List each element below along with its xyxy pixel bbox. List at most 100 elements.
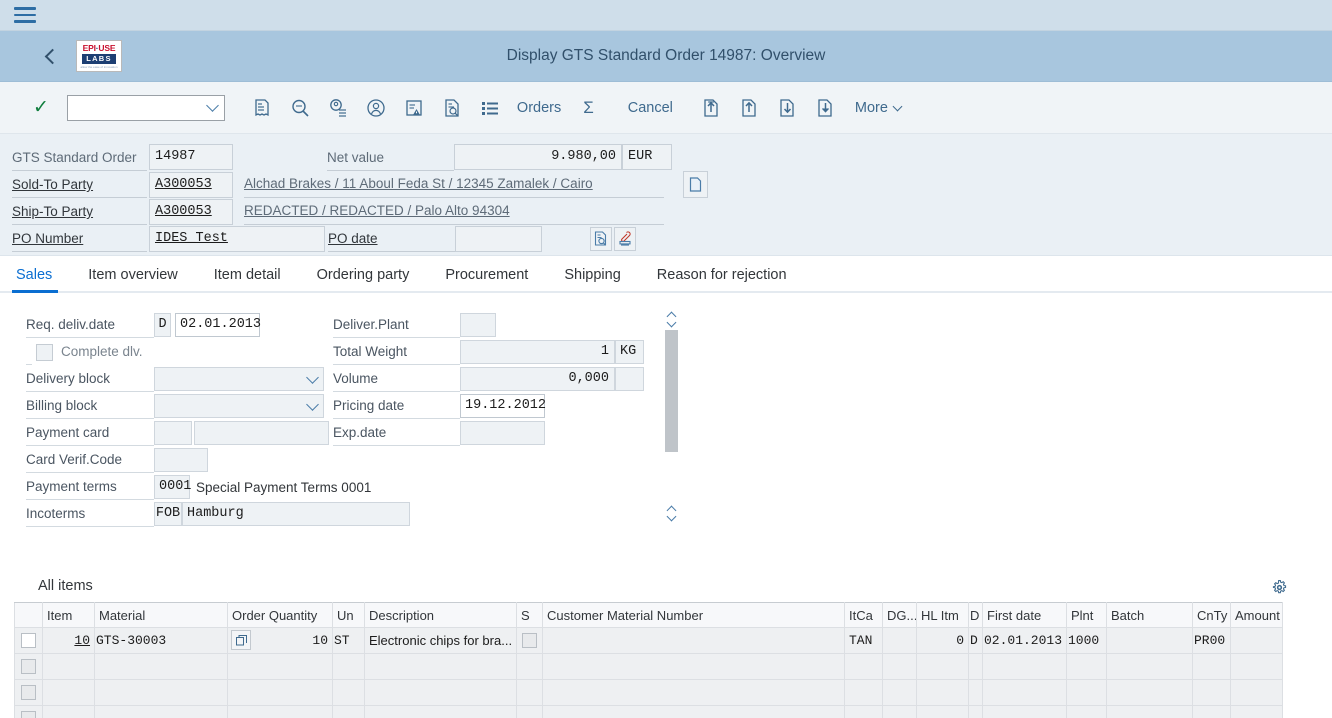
- scroll-down-arrow[interactable]: [665, 317, 678, 328]
- cell-material[interactable]: [94, 705, 228, 718]
- cell-customer-material-number[interactable]: [542, 705, 845, 718]
- ship-to-party-description[interactable]: REDACTED / REDACTED / Palo Alto 94304: [244, 198, 664, 225]
- po-number-label[interactable]: PO Number: [12, 225, 147, 252]
- col-amount[interactable]: Amount: [1230, 602, 1283, 628]
- cell-first-date[interactable]: 02.01.2013: [982, 627, 1067, 654]
- previous-page-up-icon[interactable]: [731, 89, 769, 127]
- cell-s[interactable]: [516, 627, 543, 654]
- tab-ordering-party[interactable]: Ordering party: [299, 267, 428, 291]
- business-partner-icon[interactable]: [319, 89, 357, 127]
- header-print-button[interactable]: [614, 226, 636, 251]
- table-row[interactable]: 10 GTS-30003 10 ST Electronic chips for …: [14, 627, 1283, 654]
- cell-s[interactable]: [516, 679, 543, 706]
- col-un[interactable]: Un: [332, 602, 365, 628]
- incoterms-text[interactable]: Hamburg: [182, 502, 410, 526]
- gts-order-value[interactable]: 14987: [149, 144, 233, 170]
- total-weight-unit[interactable]: KG: [615, 340, 644, 364]
- cell-d[interactable]: [968, 679, 983, 706]
- cell-plnt[interactable]: 1000: [1066, 627, 1107, 654]
- person-circle-icon[interactable]: [357, 89, 395, 127]
- req-deliv-date-type[interactable]: D: [154, 313, 171, 337]
- po-date-value[interactable]: [455, 225, 542, 252]
- po-date-label[interactable]: PO date: [328, 225, 455, 252]
- table-row[interactable]: [14, 679, 1283, 706]
- billing-block-select[interactable]: [154, 394, 324, 418]
- ship-to-party-value[interactable]: A300053: [149, 198, 233, 225]
- cell-item[interactable]: [42, 679, 95, 706]
- header-note-button[interactable]: [683, 171, 708, 198]
- tab-procurement[interactable]: Procurement: [427, 267, 546, 291]
- cell-plnt[interactable]: [1066, 679, 1107, 706]
- col-first-date[interactable]: First date: [982, 602, 1067, 628]
- exp-date-value[interactable]: [460, 421, 545, 445]
- cell-amount[interactable]: [1230, 705, 1283, 718]
- cell-itca[interactable]: [844, 653, 883, 680]
- sold-to-party-value[interactable]: A300053: [149, 171, 233, 198]
- cell-s[interactable]: [516, 653, 543, 680]
- deliver-plant-value[interactable]: [460, 313, 496, 337]
- row-checkbox[interactable]: [21, 711, 36, 718]
- cell-description[interactable]: [364, 679, 517, 706]
- back-button[interactable]: [28, 48, 72, 64]
- cell-s[interactable]: [516, 705, 543, 718]
- cell-cnty[interactable]: [1192, 679, 1231, 706]
- cell-cnty[interactable]: [1192, 653, 1231, 680]
- col-s[interactable]: S: [516, 602, 543, 628]
- col-hl-itm[interactable]: HL Itm: [916, 602, 969, 628]
- orders-button[interactable]: Orders: [509, 100, 569, 116]
- row-select-cell[interactable]: [14, 627, 43, 654]
- cell-un[interactable]: ST: [332, 627, 365, 654]
- cell-material[interactable]: [94, 653, 228, 680]
- pricing-date-value[interactable]: 19.12.2012: [460, 394, 546, 418]
- cell-batch[interactable]: [1106, 653, 1193, 680]
- cell-customer-material-number[interactable]: [542, 653, 845, 680]
- cell-hl-itm[interactable]: [916, 705, 969, 718]
- volume-unit[interactable]: [615, 367, 644, 391]
- cell-amount[interactable]: [1230, 679, 1283, 706]
- cell-un[interactable]: [332, 653, 365, 680]
- cell-description[interactable]: Electronic chips for bra...: [364, 627, 517, 654]
- sum-button[interactable]: Σ: [569, 98, 608, 118]
- cell-description[interactable]: [364, 705, 517, 718]
- table-settings-button[interactable]: [1272, 580, 1287, 600]
- command-field-select[interactable]: [66, 94, 225, 121]
- table-row[interactable]: [14, 705, 1283, 718]
- incoterms-code[interactable]: FOB: [154, 502, 182, 526]
- cell-hl-itm[interactable]: [916, 679, 969, 706]
- col-batch[interactable]: Batch: [1106, 602, 1193, 628]
- col-dg[interactable]: DG...: [882, 602, 917, 628]
- complete-dlv-checkbox[interactable]: [36, 343, 53, 361]
- document-inspect-icon[interactable]: [433, 89, 471, 127]
- more-button[interactable]: More: [845, 100, 911, 116]
- last-page-down-icon[interactable]: [807, 89, 845, 127]
- cell-cnty[interactable]: PR00: [1192, 627, 1231, 654]
- col-cnty[interactable]: CnTy: [1192, 602, 1231, 628]
- cell-first-date[interactable]: [982, 653, 1067, 680]
- row-checkbox[interactable]: [21, 659, 36, 675]
- col-itca[interactable]: ItCa: [844, 602, 883, 628]
- cell-itca[interactable]: TAN: [844, 627, 883, 654]
- sold-to-party-description[interactable]: Alchad Brakes / 11 Aboul Feda St / 12345…: [244, 171, 664, 198]
- col-description[interactable]: Description: [364, 602, 517, 628]
- cell-dg[interactable]: [882, 679, 917, 706]
- tab-sales[interactable]: Sales: [12, 267, 70, 293]
- s-checkbox[interactable]: [522, 633, 537, 649]
- hamburger-menu-icon[interactable]: [14, 7, 36, 23]
- cell-itca[interactable]: [844, 705, 883, 718]
- cell-dg[interactable]: [882, 627, 917, 654]
- cell-dg[interactable]: [882, 705, 917, 718]
- cell-order-quantity[interactable]: [227, 705, 333, 718]
- cell-customer-material-number[interactable]: [542, 627, 845, 654]
- cell-first-date[interactable]: [982, 679, 1067, 706]
- cell-cnty[interactable]: [1192, 705, 1231, 718]
- total-weight-value[interactable]: 1: [460, 340, 615, 364]
- payment-terms-code[interactable]: 0001: [154, 475, 191, 499]
- sold-to-party-label[interactable]: Sold-To Party: [12, 171, 147, 198]
- search-magnifier-icon[interactable]: [281, 89, 319, 127]
- cell-batch[interactable]: [1106, 705, 1193, 718]
- header-detail-button[interactable]: [590, 226, 612, 251]
- row-select-cell[interactable]: [14, 705, 43, 718]
- tab-reason-for-rejection[interactable]: Reason for rejection: [639, 267, 805, 291]
- cell-plnt[interactable]: [1066, 705, 1107, 718]
- document-lines-icon[interactable]: [243, 89, 281, 127]
